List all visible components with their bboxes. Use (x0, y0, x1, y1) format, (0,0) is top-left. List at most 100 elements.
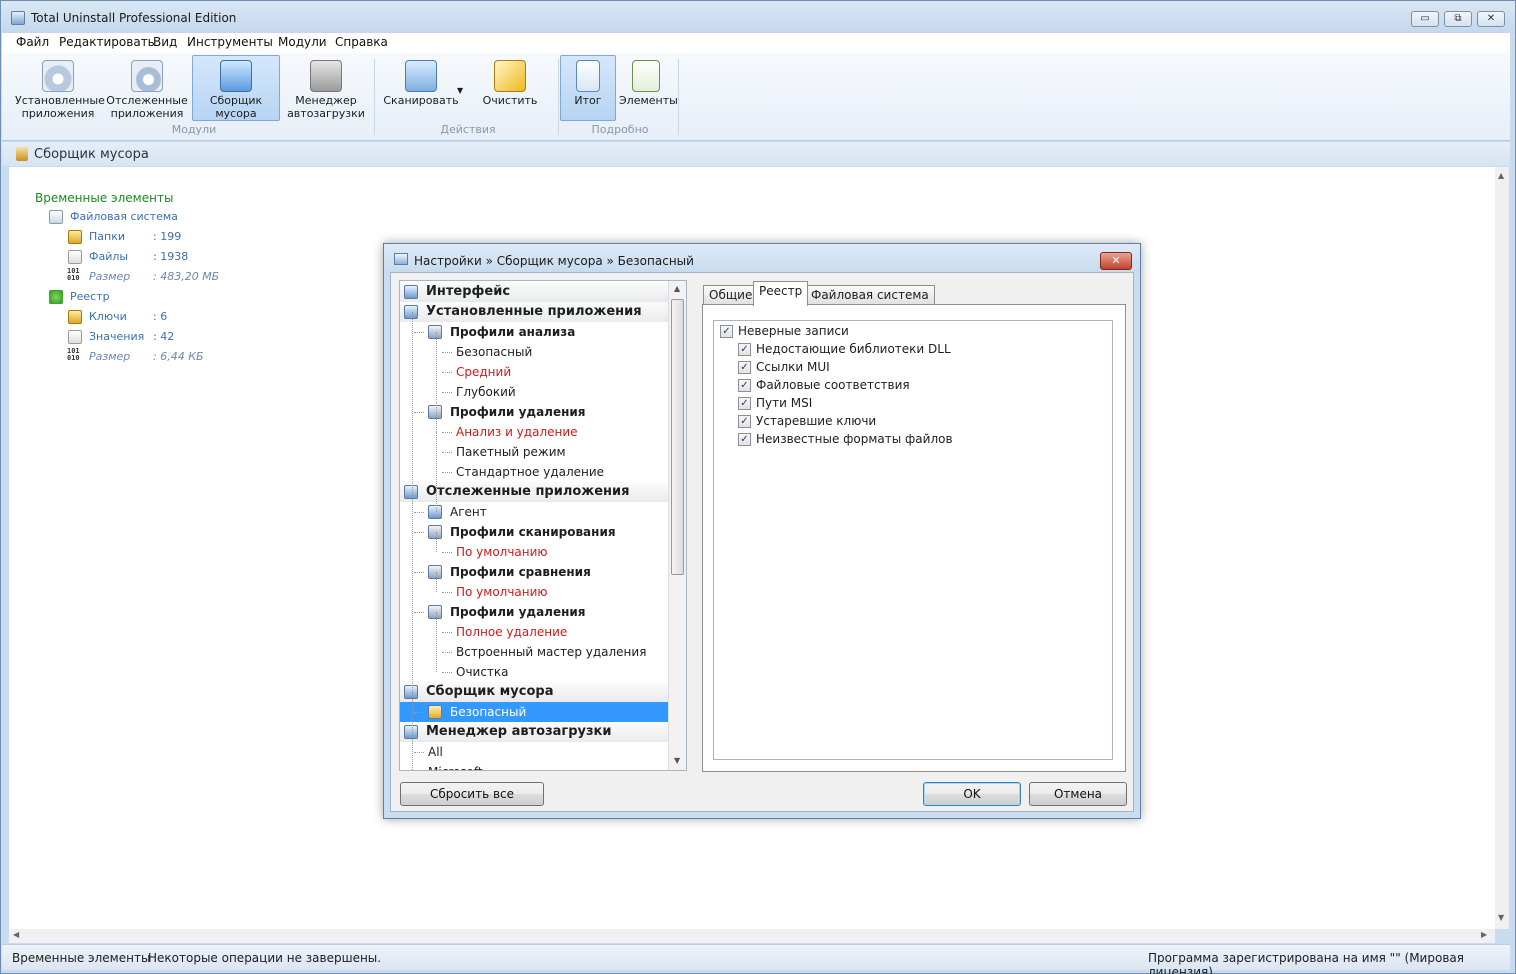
tree-item[interactable]: По умолчанию (400, 542, 668, 562)
tab-general[interactable]: Общие (703, 285, 759, 305)
tree-connector (442, 472, 452, 473)
scroll-left-icon[interactable]: ◀ (13, 930, 19, 939)
scan-button[interactable]: Сканировать ▼ (378, 55, 464, 121)
filesystem-node[interactable]: Файловая система (70, 210, 178, 223)
cancel-button[interactable]: Отмена (1029, 782, 1127, 806)
tree-scrollbar[interactable]: ▲ ▼ (668, 281, 686, 770)
restore-button[interactable]: ⧉ (1444, 11, 1472, 27)
clean-button[interactable]: Очистить (472, 55, 548, 121)
group-modules-label: Модули (171, 123, 217, 136)
tree-item[interactable]: Профили удаления (400, 402, 668, 422)
tab-filesystem[interactable]: Файловая система (805, 285, 935, 305)
menu-view[interactable]: Вид (153, 35, 177, 49)
scroll-right-icon[interactable]: ▶ (1481, 930, 1487, 939)
reset-all-button[interactable]: Сбросить все (400, 782, 544, 806)
tree-item[interactable]: Сборщик мусора (400, 682, 668, 702)
tracked-apps-button[interactable]: Отслеженные приложения (104, 55, 190, 121)
dialog-title-bar[interactable]: Настройки » Сборщик мусора » Безопасный … (384, 244, 1140, 272)
ok-button[interactable]: OK (923, 782, 1021, 806)
menu-modules[interactable]: Модули (278, 35, 327, 49)
group-actions-label: Действия (440, 123, 496, 136)
checkbox[interactable]: ✓ (738, 343, 751, 356)
registry-checklist: ✓ Неверные записи ✓ Недостающие библиотеки … (713, 320, 1113, 760)
tree-item[interactable]: Агент (400, 502, 668, 522)
tree-connector (414, 572, 424, 573)
tree-connector (442, 392, 452, 393)
tree-item[interactable]: По умолчанию (400, 582, 668, 602)
tree-item[interactable]: Стандартное удаление (400, 462, 668, 482)
category-icon (404, 305, 418, 319)
dialog-close-button[interactable]: ✕ (1100, 252, 1132, 270)
checkbox[interactable]: ✓ (738, 379, 751, 392)
tree-item[interactable]: Менеджер автозагрузки (400, 722, 668, 742)
junk-collector-label: Сборщик мусора (209, 94, 263, 120)
scroll-up-icon[interactable]: ▲ (1498, 171, 1504, 180)
reg-size-value: : 6,44 КБ (153, 350, 204, 363)
tree-connector (414, 512, 424, 513)
tree-item[interactable]: Безопасный (400, 342, 668, 362)
summary-button[interactable]: Итог (560, 55, 616, 121)
checkbox[interactable]: ✓ (738, 397, 751, 410)
tree-item[interactable]: Безопасный (400, 702, 668, 722)
horizontal-scrollbar[interactable]: ◀ ▶ (9, 929, 1495, 943)
scroll-up-icon[interactable]: ▲ (674, 284, 680, 293)
chevron-down-icon[interactable]: ▼ (457, 84, 463, 97)
tree-connector (412, 692, 413, 712)
tree-item[interactable]: Средний (400, 362, 668, 382)
tree-item[interactable]: Очистка (400, 662, 668, 682)
checkbox[interactable]: ✓ (720, 325, 733, 338)
scroll-thumb[interactable] (671, 299, 684, 575)
menu-file[interactable]: Файл (16, 35, 49, 49)
values-value: : 42 (153, 330, 175, 343)
tree-item[interactable]: Пакетный режим (400, 442, 668, 462)
tree-connector (414, 612, 424, 613)
menu-tools[interactable]: Инструменты (187, 35, 273, 49)
temp-items-root[interactable]: Временные элементы (35, 191, 173, 205)
tree-item-label: Агент (450, 505, 487, 519)
profile-icon (428, 605, 442, 619)
menu-help[interactable]: Справка (335, 35, 388, 49)
tree-item[interactable]: Профили удаления (400, 602, 668, 622)
autorun-manager-button[interactable]: Менеджер автозагрузки (286, 55, 366, 121)
broom-icon (428, 705, 442, 719)
tree-item-label: All (428, 745, 443, 759)
minimize-button[interactable]: ▭ (1411, 11, 1439, 27)
registry-node[interactable]: Реестр (70, 290, 110, 303)
tree-connector (414, 752, 424, 753)
tree-item[interactable]: Профили сравнения (400, 562, 668, 582)
tree-item[interactable]: Встроенный мастер удаления (400, 642, 668, 662)
tree-item[interactable]: Профили сканирования (400, 522, 668, 542)
checkbox[interactable]: ✓ (738, 433, 751, 446)
ribbon-separator (678, 59, 679, 135)
tree-item[interactable]: All (400, 742, 668, 762)
tree-item[interactable]: Интерфейс (400, 282, 668, 302)
tree-item[interactable]: Установленные приложения (400, 302, 668, 322)
tree-item[interactable]: Отслеженные приложения (400, 482, 668, 502)
menu-edit[interactable]: Редактировать (59, 35, 155, 49)
tree-item-label: По умолчанию (456, 585, 548, 599)
scroll-down-icon[interactable]: ▼ (674, 756, 680, 765)
tree-item[interactable]: Профили анализа (400, 322, 668, 342)
checkbox[interactable]: ✓ (738, 415, 751, 428)
scroll-down-icon[interactable]: ▼ (1498, 913, 1504, 922)
app-icon (11, 11, 25, 25)
elements-button[interactable]: Элементы (618, 55, 678, 121)
tree-item[interactable]: Глубокий (400, 382, 668, 402)
tree-item[interactable]: Анализ и удаление (400, 422, 668, 442)
tree-item[interactable]: Полное удаление (400, 622, 668, 642)
dialog-body: Интерфейс Установленные приложения Профили… (390, 272, 1134, 812)
keys-value: : 6 (153, 310, 168, 323)
tree-item-label: Сборщик мусора (426, 684, 554, 699)
registry-icon (49, 290, 63, 304)
vertical-scrollbar[interactable]: ▲ ▼ (1495, 167, 1509, 929)
installed-apps-button[interactable]: Установленные приложения (14, 55, 105, 121)
files-label: Файлы (89, 250, 129, 263)
filesystem-icon (49, 210, 63, 224)
installed-apps-label: Установленные приложения (15, 94, 105, 120)
close-button[interactable]: ✕ (1477, 11, 1505, 27)
checkbox[interactable]: ✓ (738, 361, 751, 374)
junk-collector-button[interactable]: Сборщик мусора (192, 55, 280, 121)
tab-registry[interactable]: Реестр (753, 281, 809, 306)
tree-item[interactable]: Microsoft (400, 762, 668, 770)
title-bar[interactable]: Total Uninstall Professional Edition ▭ ⧉… (1, 1, 1515, 33)
